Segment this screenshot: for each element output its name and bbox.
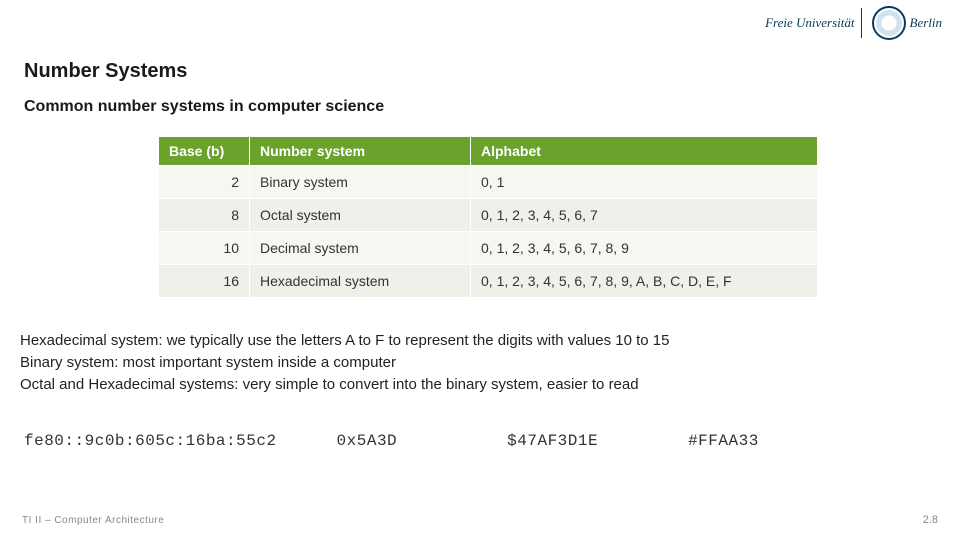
footer-right: 2.8 (923, 514, 938, 526)
page-subtitle: Common number systems in computer scienc… (24, 98, 384, 116)
footer-left: TI II – Computer Architecture (22, 515, 164, 526)
notes-block: Hexadecimal system: we typically use the… (20, 330, 669, 395)
table-row: 8 Octal system 0, 1, 2, 3, 4, 5, 6, 7 (159, 199, 818, 232)
example-ipv6: fe80::9c0b:605c:16ba:55c2 (24, 432, 277, 450)
seal-icon (872, 6, 906, 40)
cell-alphabet: 0, 1, 2, 3, 4, 5, 6, 7 (471, 199, 818, 232)
cell-alphabet: 0, 1 (471, 166, 818, 199)
university-logo: Freie Universität Berlin (765, 6, 942, 40)
th-base: Base (b) (159, 137, 250, 166)
cell-system: Octal system (250, 199, 471, 232)
table-row: 10 Decimal system 0, 1, 2, 3, 4, 5, 6, 7… (159, 232, 818, 265)
example-dollar: $47AF3D1E (507, 432, 598, 450)
examples-row: fe80::9c0b:605c:16ba:55c2 0x5A3D $47AF3D… (24, 432, 904, 450)
number-systems-table: Base (b) Number system Alphabet 2 Binary… (158, 136, 818, 298)
logo-text-right: Berlin (910, 15, 943, 31)
table-row: 16 Hexadecimal system 0, 1, 2, 3, 4, 5, … (159, 265, 818, 298)
cell-system: Hexadecimal system (250, 265, 471, 298)
logo-text-left: Freie Universität (765, 15, 854, 31)
th-system: Number system (250, 137, 471, 166)
table-row: 2 Binary system 0, 1 (159, 166, 818, 199)
cell-base: 2 (159, 166, 250, 199)
cell-base: 10 (159, 232, 250, 265)
note-octal-hex: Octal and Hexadecimal systems: very simp… (20, 374, 669, 396)
table-header-row: Base (b) Number system Alphabet (159, 137, 818, 166)
note-hex: Hexadecimal system: we typically use the… (20, 330, 669, 352)
cell-system: Decimal system (250, 232, 471, 265)
cell-base: 8 (159, 199, 250, 232)
example-hash: #FFAA33 (688, 432, 759, 450)
logo-divider (861, 8, 862, 38)
th-alphabet: Alphabet (471, 137, 818, 166)
cell-alphabet: 0, 1, 2, 3, 4, 5, 6, 7, 8, 9, A, B, C, D… (471, 265, 818, 298)
cell-alphabet: 0, 1, 2, 3, 4, 5, 6, 7, 8, 9 (471, 232, 818, 265)
example-0x: 0x5A3D (337, 432, 398, 450)
cell-system: Binary system (250, 166, 471, 199)
cell-base: 16 (159, 265, 250, 298)
page-title: Number Systems (24, 60, 187, 83)
note-binary: Binary system: most important system ins… (20, 352, 669, 374)
